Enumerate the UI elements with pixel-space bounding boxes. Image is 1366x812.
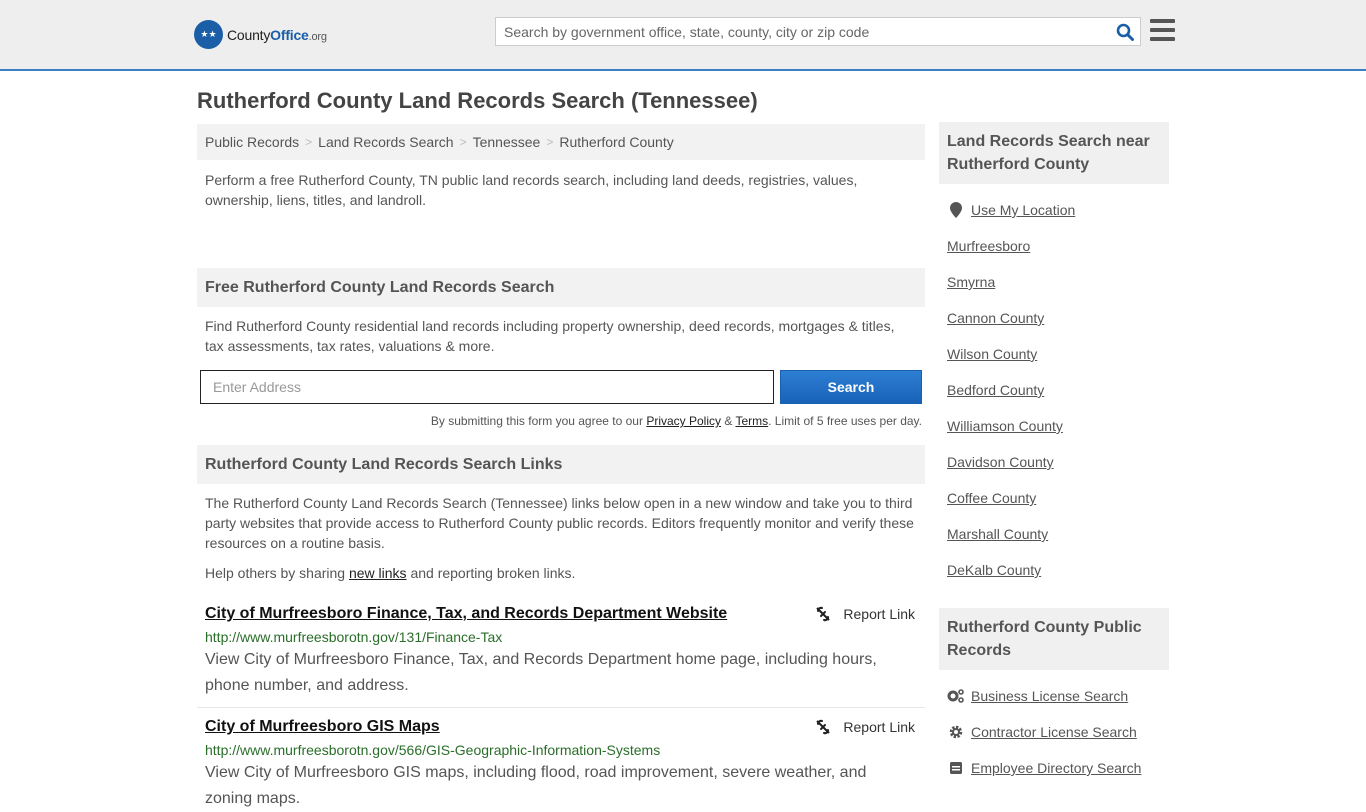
public-record-item[interactable]: Contractor License Search: [947, 714, 1169, 750]
nearby-item[interactable]: Bedford County: [947, 372, 1169, 408]
nearby-item[interactable]: Williamson County: [947, 408, 1169, 444]
address-search-button[interactable]: Search: [780, 370, 922, 404]
site-search-input[interactable]: [496, 18, 1110, 45]
link-entry: City of Murfreesboro GIS Maps Report Lin…: [197, 708, 925, 812]
link-entry: City of Murfreesboro Finance, Tax, and R…: [197, 583, 925, 708]
breadcrumb-public-records[interactable]: Public Records: [205, 134, 299, 150]
nearby-item[interactable]: Coffee County: [947, 480, 1169, 516]
id-card-icon: [947, 761, 965, 775]
gears-icon: [947, 689, 965, 703]
help-text: Help others by sharing new links and rep…: [205, 565, 576, 581]
breadcrumb-tennessee[interactable]: Tennessee: [473, 134, 541, 150]
site-search: [495, 17, 1141, 46]
breadcrumb-separator: >: [459, 135, 467, 149]
broken-link-icon: [816, 606, 831, 622]
privacy-policy-link[interactable]: Privacy Policy: [646, 414, 721, 428]
report-link-button[interactable]: Report Link: [815, 719, 917, 735]
link-url: http://www.murfreesborotn.gov/566/GIS-Ge…: [205, 742, 661, 758]
gear-icon: [947, 725, 965, 739]
form-disclaimer: By submitting this form you agree to our…: [430, 414, 922, 428]
free-search-description: Find Rutherford County residential land …: [205, 318, 895, 354]
public-record-item[interactable]: Employee Directory Search: [947, 750, 1169, 786]
search-icon[interactable]: [1110, 18, 1140, 45]
breadcrumb-separator: >: [546, 135, 554, 149]
nearby-heading: Land Records Search near Rutherford Coun…: [939, 122, 1169, 184]
public-records-list: Business License Search Contractor Licen…: [939, 678, 1169, 786]
logo-text: CountyOffice.org: [227, 26, 327, 43]
free-search-heading: Free Rutherford County Land Records Sear…: [197, 268, 925, 307]
address-input[interactable]: [200, 370, 774, 404]
page-title: Rutherford County Land Records Search (T…: [197, 88, 758, 113]
nearby-item[interactable]: Murfreesboro: [947, 228, 1169, 264]
nearby-item[interactable]: Cannon County: [947, 300, 1169, 336]
link-title[interactable]: City of Murfreesboro GIS Maps: [205, 718, 440, 736]
use-my-location-link[interactable]: Use My Location: [971, 202, 1075, 218]
nearby-item[interactable]: Wilson County: [947, 336, 1169, 372]
nearby-list: Use My Location Murfreesboro Smyrna Cann…: [939, 192, 1169, 588]
link-url: http://www.murfreesborotn.gov/131/Financ…: [205, 629, 503, 645]
logo[interactable]: ★★ CountyOffice.org: [194, 20, 327, 49]
breadcrumb: Public Records > Land Records Search > T…: [197, 124, 925, 160]
hamburger-menu-icon[interactable]: [1150, 19, 1175, 41]
sidebar: Land Records Search near Rutherford Coun…: [939, 122, 1169, 786]
links-section-heading: Rutherford County Land Records Search Li…: [197, 445, 925, 484]
link-description: View City of Murfreesboro Finance, Tax, …: [205, 651, 877, 694]
eagle-logo-icon: ★★: [194, 20, 223, 49]
nearby-item[interactable]: Smyrna: [947, 264, 1169, 300]
breadcrumb-separator: >: [305, 135, 313, 149]
address-search-form: Search: [197, 370, 925, 404]
nearby-item[interactable]: Davidson County: [947, 444, 1169, 480]
new-links-link[interactable]: new links: [349, 565, 407, 581]
main-content: Public Records > Land Records Search > T…: [197, 124, 925, 812]
site-header: ★★ CountyOffice.org: [0, 0, 1366, 71]
public-record-item[interactable]: Business License Search: [947, 678, 1169, 714]
public-records-heading: Rutherford County Public Records: [939, 608, 1169, 670]
terms-link[interactable]: Terms: [735, 414, 768, 428]
intro-text: Perform a free Rutherford County, TN pub…: [205, 172, 858, 208]
links-section-description: The Rutherford County Land Records Searc…: [205, 495, 914, 551]
nearby-item[interactable]: Marshall County: [947, 516, 1169, 552]
map-marker-icon: [947, 202, 965, 218]
use-my-location-item[interactable]: Use My Location: [947, 192, 1169, 228]
report-link-button[interactable]: Report Link: [815, 606, 917, 622]
breadcrumb-rutherford-county[interactable]: Rutherford County: [559, 134, 673, 150]
broken-link-icon: [816, 719, 831, 735]
breadcrumb-land-records-search[interactable]: Land Records Search: [318, 134, 453, 150]
link-title[interactable]: City of Murfreesboro Finance, Tax, and R…: [205, 605, 727, 623]
nearby-item[interactable]: DeKalb County: [947, 552, 1169, 588]
